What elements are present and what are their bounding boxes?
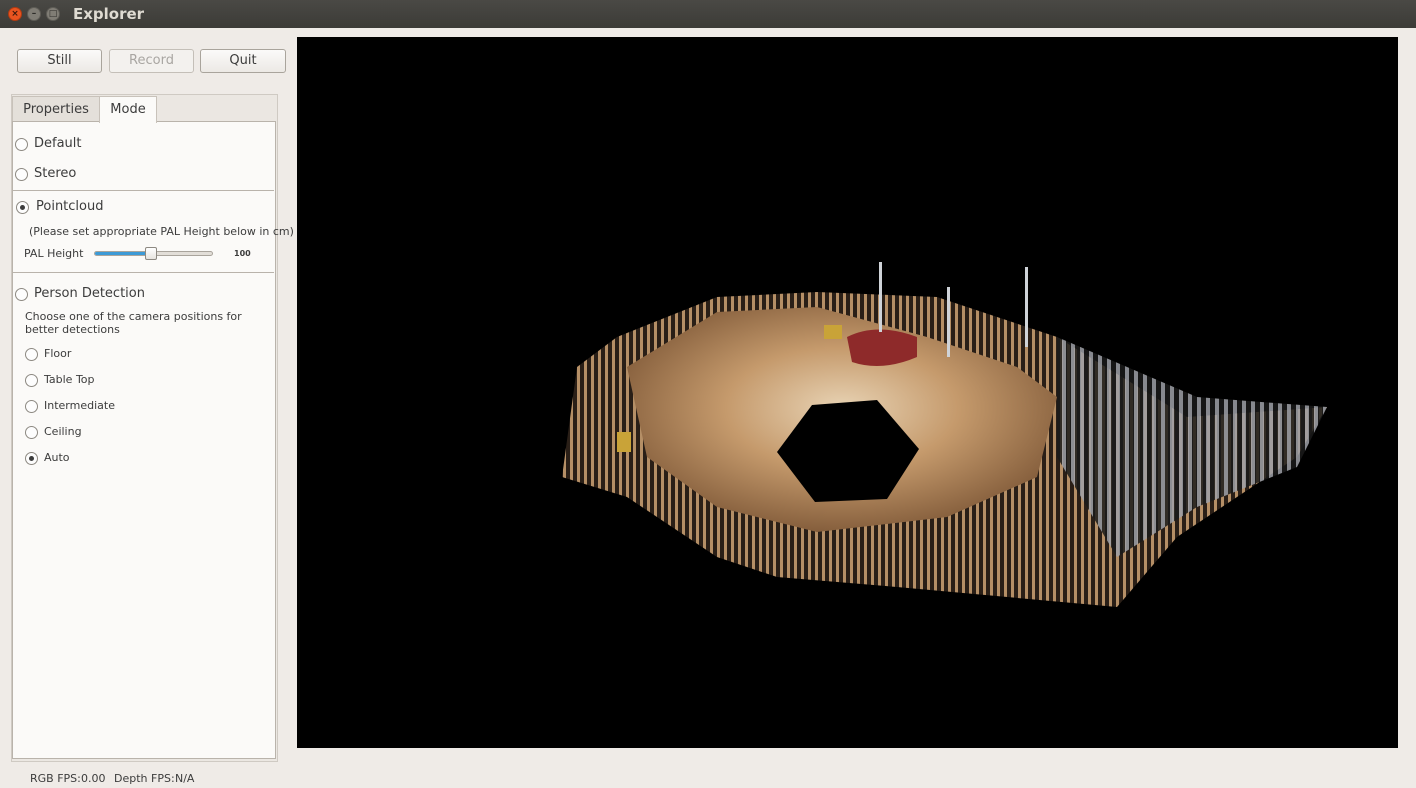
pointcloud-render (562, 262, 1327, 607)
rgb-fps-label: RGB FPS: (30, 772, 81, 785)
pointcloud-viewer[interactable] (297, 37, 1398, 748)
quit-button[interactable]: Quit (200, 49, 286, 73)
position-intermediate-radio[interactable] (25, 400, 38, 413)
stereo-label: Stereo (34, 166, 77, 181)
still-button[interactable]: Still (17, 49, 102, 73)
pointcloud-label: Pointcloud (36, 199, 104, 214)
position-floor-radio[interactable] (25, 348, 38, 361)
rgb-fps-value: 0.00 (81, 772, 106, 785)
pole-points (1025, 267, 1028, 347)
tab-properties[interactable]: Properties (12, 96, 100, 122)
stereo-radio[interactable] (15, 168, 28, 181)
position-auto-label: Auto (44, 451, 70, 464)
pal-height-label: PAL Height (24, 247, 84, 260)
position-intermediate-label: Intermediate (44, 399, 115, 412)
position-ceiling-label: Ceiling (44, 425, 82, 438)
title-bar: × – □ Explorer (0, 0, 1416, 28)
mode-panel (12, 121, 276, 759)
position-table-top-label: Table Top (44, 373, 95, 386)
person-detection-label: Person Detection (34, 286, 145, 301)
sofa-points (847, 329, 917, 366)
depth-fps-label: Depth FPS: (114, 772, 175, 785)
record-button[interactable]: Record (109, 49, 194, 73)
position-ceiling-radio[interactable] (25, 426, 38, 439)
position-table-top-radio[interactable] (25, 374, 38, 387)
tab-mode[interactable]: Mode (99, 96, 157, 123)
person-detection-radio[interactable] (15, 288, 28, 301)
maximize-icon[interactable]: □ (46, 7, 60, 21)
minimize-icon[interactable]: – (27, 7, 41, 21)
close-icon[interactable]: × (8, 7, 22, 21)
pole-points (947, 287, 950, 357)
yellow-chair-points (617, 432, 631, 452)
pal-height-value: 100 (234, 249, 251, 258)
default-label: Default (34, 136, 82, 151)
person-detection-hint: Choose one of the camera positions for b… (25, 310, 242, 336)
pal-height-handle[interactable] (145, 247, 158, 260)
default-radio[interactable] (15, 138, 28, 151)
pole-points (879, 262, 882, 332)
divider (13, 272, 274, 273)
position-floor-label: Floor (44, 347, 72, 360)
yellow-chair-points (824, 325, 842, 339)
pointcloud-hint: (Please set appropriate PAL Height below… (29, 225, 294, 238)
divider (13, 190, 274, 191)
depth-fps-value: N/A (175, 772, 195, 785)
position-auto-radio[interactable] (25, 452, 38, 465)
window-title: Explorer (73, 5, 145, 23)
pointcloud-radio[interactable] (16, 201, 29, 214)
pal-height-fill (95, 252, 152, 255)
